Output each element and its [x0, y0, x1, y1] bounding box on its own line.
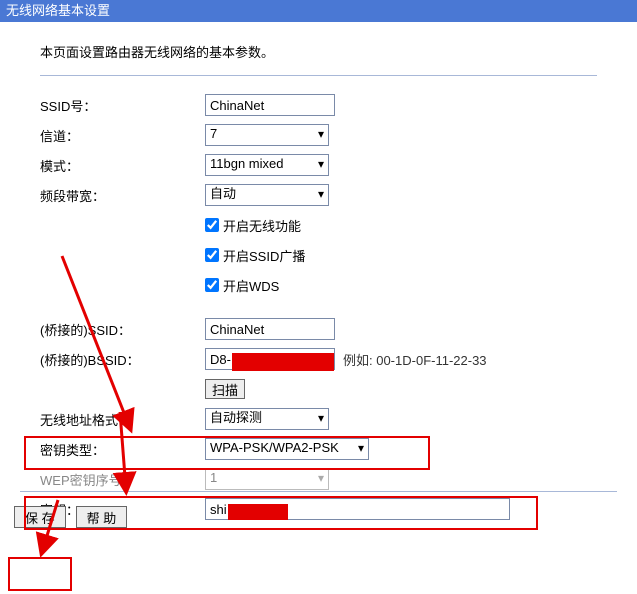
enable-wireless-wrapper[interactable]: 开启无线功能: [205, 216, 301, 235]
enable-wds-wrapper[interactable]: 开启WDS: [205, 276, 279, 295]
row-addr-format: 无线地址格式： 自动探测: [40, 404, 617, 434]
addr-format-select[interactable]: 自动探测: [205, 408, 329, 430]
row-enable-wireless: 开启无线功能: [40, 210, 617, 240]
enable-ssid-broadcast-label: 开启SSID广播: [223, 246, 305, 265]
enable-wireless-label: 开启无线功能: [223, 216, 301, 235]
key-type-select[interactable]: WPA-PSK/WPA2-PSK: [205, 438, 369, 460]
mode-select[interactable]: 11bgn mixed: [205, 154, 329, 176]
channel-select[interactable]: 7: [205, 124, 329, 146]
row-wep-index: WEP密钥序号： 1: [40, 464, 617, 494]
help-button[interactable]: 帮 助: [76, 506, 128, 528]
row-scan: 扫描: [40, 374, 617, 404]
separator-top: [40, 75, 597, 76]
label-ssid: SSID号：: [40, 96, 205, 115]
separator-bottom: [20, 491, 617, 492]
label-bridged-ssid: (桥接的)SSID：: [40, 320, 205, 339]
enable-wds-checkbox[interactable]: [205, 278, 219, 292]
window-title: 无线网络基本设置: [0, 0, 637, 22]
label-bandwidth: 频段带宽：: [40, 186, 205, 205]
save-button[interactable]: 保 存: [14, 506, 66, 528]
row-channel: 信道： 7: [40, 120, 617, 150]
row-enable-ssid-broadcast: 开启SSID广播: [40, 240, 617, 270]
bssid-example: 例如: 00-1D-0F-11-22-33: [343, 350, 487, 369]
window: 无线网络基本设置 本页面设置路由器无线网络的基本参数。 SSID号： 信道： 7: [0, 0, 637, 594]
scan-button[interactable]: 扫描: [205, 379, 245, 399]
wep-index-select: 1: [205, 468, 329, 490]
content-area: 本页面设置路由器无线网络的基本参数。 SSID号： 信道： 7 模式：: [0, 22, 637, 534]
form-area: SSID号： 信道： 7 模式： 11bgn mixed: [40, 90, 617, 524]
key-input[interactable]: [205, 498, 510, 520]
row-ssid: SSID号：: [40, 90, 617, 120]
bridged-bssid-input[interactable]: [205, 348, 335, 370]
ssid-input[interactable]: [205, 94, 335, 116]
enable-ssid-broadcast-wrapper[interactable]: 开启SSID广播: [205, 246, 305, 265]
bandwidth-select[interactable]: 自动: [205, 184, 329, 206]
row-key-type: 密钥类型： WPA-PSK/WPA2-PSK: [40, 434, 617, 464]
label-addr-format: 无线地址格式：: [40, 410, 205, 429]
label-channel: 信道：: [40, 126, 205, 145]
enable-ssid-broadcast-checkbox[interactable]: [205, 248, 219, 262]
enable-wds-label: 开启WDS: [223, 276, 279, 295]
row-mode: 模式： 11bgn mixed: [40, 150, 617, 180]
intro-text: 本页面设置路由器无线网络的基本参数。: [40, 42, 617, 61]
label-mode: 模式：: [40, 156, 205, 175]
label-bridged-bssid: (桥接的)BSSID：: [40, 350, 205, 369]
annotation-redbox-save: [8, 557, 72, 591]
bridged-ssid-input[interactable]: [205, 318, 335, 340]
row-bridged-bssid: (桥接的)BSSID： 例如: 00-1D-0F-11-22-33: [40, 344, 617, 374]
row-bandwidth: 频段带宽： 自动: [40, 180, 617, 210]
row-enable-wds: 开启WDS: [40, 270, 617, 300]
label-key-type: 密钥类型：: [40, 440, 205, 459]
label-wep-index: WEP密钥序号：: [40, 470, 205, 489]
enable-wireless-checkbox[interactable]: [205, 218, 219, 232]
button-bar: 保 存 帮 助: [14, 506, 127, 528]
row-bridged-ssid: (桥接的)SSID：: [40, 314, 617, 344]
